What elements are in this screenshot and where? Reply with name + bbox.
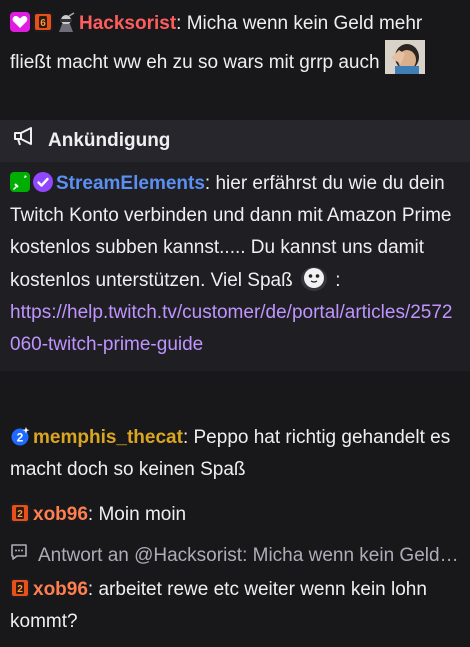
megaphone-icon (12, 125, 48, 158)
ghost-emote-icon[interactable] (298, 264, 330, 292)
announcement-header: Ankündigung (0, 120, 470, 162)
verified-check-icon[interactable] (33, 172, 53, 192)
chat-message-text: : Moin moin (87, 504, 187, 525)
chat-username[interactable]: StreamElements (56, 173, 205, 194)
announcement: Ankündigung StreamElements: hier erfährs… (0, 120, 470, 371)
chat-username[interactable]: xob96 (33, 504, 88, 525)
chat-message: 6 Hacksorist: Micha wenn kein Geld mehr … (0, 8, 470, 79)
svg-text:2: 2 (17, 431, 24, 445)
sub-month-6-icon[interactable]: 6 (33, 12, 53, 32)
sub-month-2-icon[interactable]: 2 (10, 578, 30, 598)
ninja-avatar-icon[interactable] (56, 12, 76, 32)
announcement-body: StreamElements: hier erfährst du wie du … (0, 162, 470, 371)
chat-message: 2 xob96: Moin moin (0, 499, 470, 531)
prime-heart-icon[interactable] (10, 12, 30, 32)
reply-text: Antwort an @Hacksorist: Micha wenn kein … (38, 545, 460, 566)
svg-text:2: 2 (17, 509, 23, 520)
announcement-text-end: : (329, 270, 341, 291)
sub-month-2-icon[interactable]: 2 (10, 503, 30, 523)
svg-text:6: 6 (40, 18, 46, 29)
chat-username[interactable]: Hacksorist (79, 13, 176, 34)
facepalm-emote-icon[interactable] (384, 40, 425, 74)
moderator-sword-icon[interactable] (10, 172, 30, 192)
chat-log: 6 Hacksorist: Micha wenn kein Geld mehr … (0, 0, 470, 647)
reply-indicator[interactable]: Antwort an @Hacksorist: Micha wenn kein … (0, 540, 470, 572)
announcement-label: Ankündigung (48, 130, 171, 151)
announcement-link[interactable]: https://help.twitch.tv/customer/de/porta… (10, 297, 460, 361)
chat-message: 2 xob96: arbeitet rewe etc weiter wenn k… (0, 574, 470, 638)
chat-username[interactable]: xob96 (33, 579, 88, 600)
reply-icon (10, 540, 38, 572)
sub-gift-2-icon[interactable]: 2 (10, 426, 30, 446)
chat-message: 2 memphis_thecat: Peppo hat richtig geha… (0, 422, 470, 486)
chat-username[interactable]: memphis_thecat (33, 427, 183, 448)
svg-text:2: 2 (17, 584, 23, 595)
